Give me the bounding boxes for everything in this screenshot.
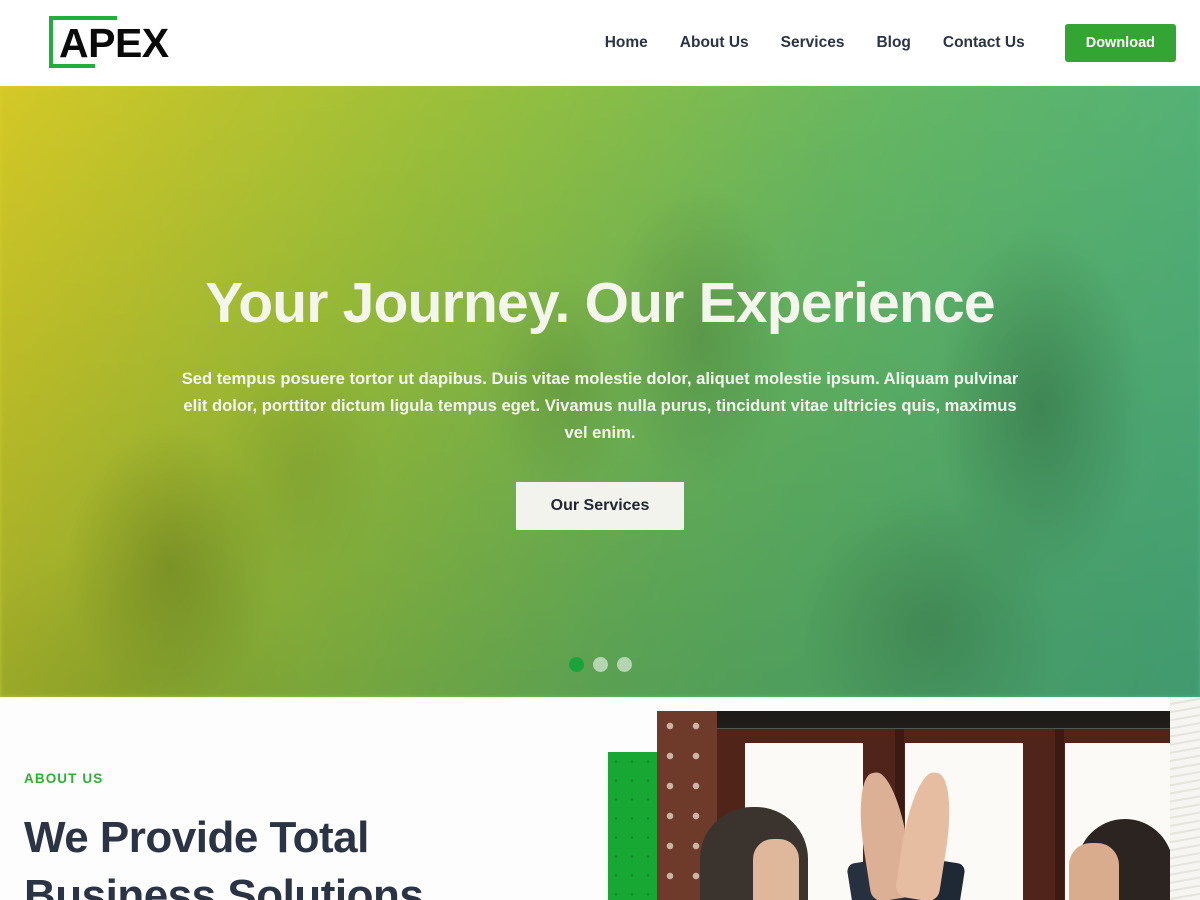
our-services-button[interactable]: Our Services [515, 481, 685, 530]
about-photo-blinds [1170, 697, 1200, 900]
main-navigation: Home About Us Services Blog Contact Us D… [605, 0, 1176, 86]
about-eyebrow-label: ABOUT US [24, 771, 104, 786]
carousel-dot-3[interactable] [616, 657, 632, 672]
about-photo-person-right-face [1069, 843, 1119, 900]
hero-content: Your Journey. Our Experience Sed tempus … [0, 86, 1200, 697]
nav-item-blog[interactable]: Blog [860, 34, 926, 52]
about-heading-line-1: We Provide Total [24, 813, 369, 862]
carousel-dot-2[interactable] [592, 657, 608, 672]
about-photo-person-left-face [753, 839, 799, 900]
about-section: ABOUT US We Provide Total Business Solut… [0, 697, 1200, 900]
about-text-column: ABOUT US We Provide Total Business Solut… [24, 697, 584, 900]
about-heading: We Provide Total Business Solutions [24, 809, 584, 900]
carousel-dot-1[interactable] [568, 657, 584, 672]
hero-title: Your Journey. Our Experience [205, 271, 995, 335]
about-media-column [608, 697, 1200, 900]
nav-item-services[interactable]: Services [765, 34, 861, 52]
about-photo-mullion-2 [1055, 729, 1064, 900]
hero-carousel-dots [0, 657, 1200, 672]
logo-text: APEX [59, 20, 169, 66]
about-photo [657, 711, 1170, 900]
download-button[interactable]: Download [1064, 24, 1176, 62]
hero-section: Your Journey. Our Experience Sed tempus … [0, 86, 1200, 697]
nav-item-home[interactable]: Home [605, 34, 664, 52]
about-heading-line-2: Business Solutions [24, 871, 424, 900]
site-header: APEX Home About Us Services Blog Contact… [0, 0, 1200, 86]
nav-item-contact-us[interactable]: Contact Us [927, 34, 1041, 52]
hero-subtitle: Sed tempus posuere tortor ut dapibus. Du… [181, 368, 1019, 442]
about-photo-high-five [846, 745, 966, 900]
site-logo[interactable]: APEX [46, 14, 246, 74]
nav-item-about-us[interactable]: About Us [664, 34, 765, 52]
